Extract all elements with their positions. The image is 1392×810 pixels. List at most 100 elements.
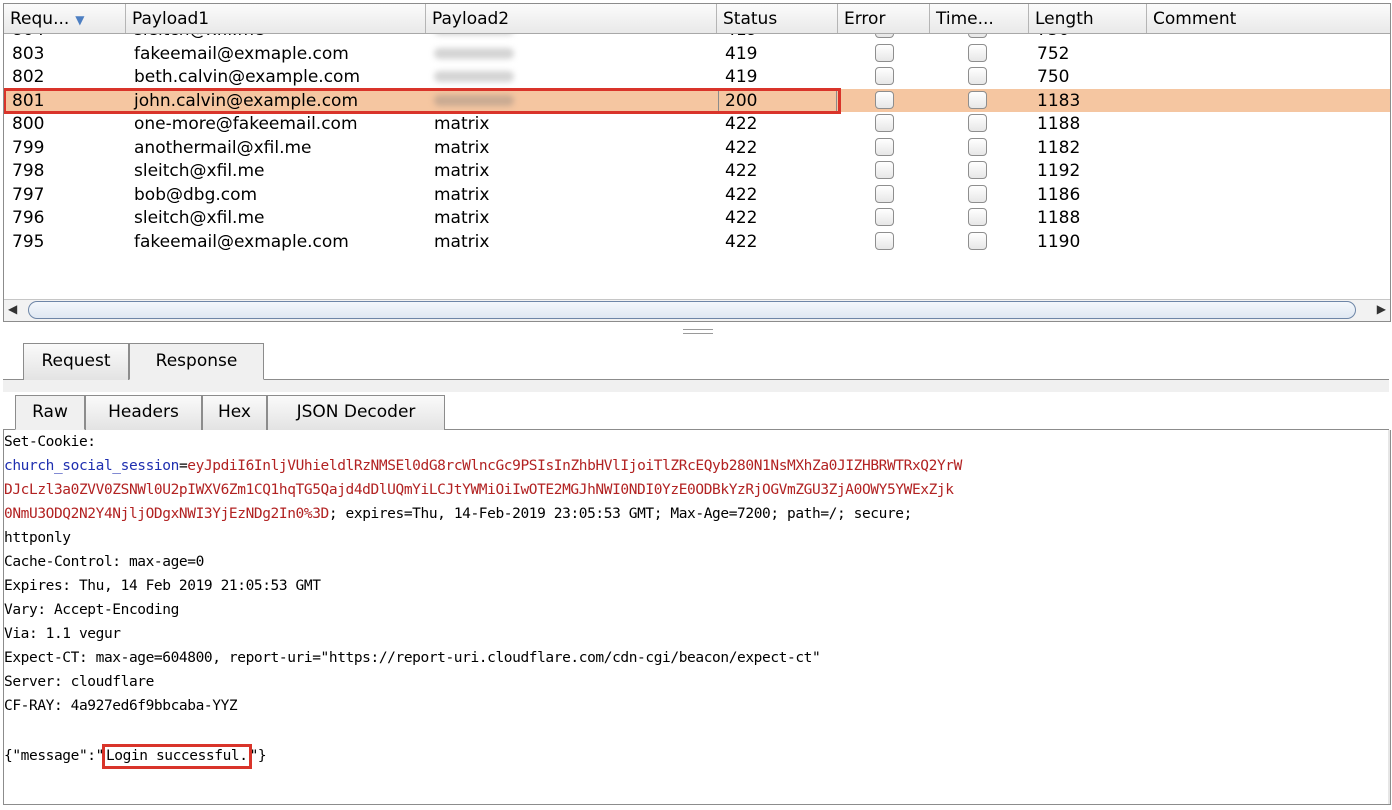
cell-payload2-redacted	[426, 42, 717, 66]
cell-status: 419	[725, 43, 758, 64]
scrollbar-thumb[interactable]	[28, 301, 1356, 319]
timeout-checkbox[interactable]	[968, 137, 987, 156]
cell-comment	[1147, 34, 1390, 42]
cell-payload1: bob@dbg.com	[134, 184, 258, 205]
response-body: {"message":" Login successful. "}	[4, 744, 267, 769]
cell-length: 1188	[1037, 114, 1081, 134]
column-header-request[interactable]: Requ... ▼	[4, 4, 126, 33]
table-row[interactable]: 802 beth.calvin@example.com 419 750	[4, 65, 1390, 89]
timeout-checkbox[interactable]	[968, 34, 987, 38]
timeout-checkbox[interactable]	[968, 43, 987, 62]
cell-payload1: fakeemail@exmaple.com	[134, 231, 349, 252]
response-raw-view[interactable]: Set-Cookie: church_social_session=eyJpdi…	[3, 430, 1391, 805]
tab-headers[interactable]: Headers	[85, 395, 202, 430]
timeout-checkbox[interactable]	[968, 184, 987, 203]
timeout-checkbox[interactable]	[968, 208, 987, 226]
timeout-checkbox[interactable]	[968, 231, 987, 250]
table-row[interactable]: 803 fakeemail@exmaple.com 419 752	[4, 42, 1390, 66]
header-line: CF-RAY: 4a927ed6f9bbcaba-YYZ	[4, 698, 238, 714]
cookie-attributes: ; expires=Thu, 14-Feb-2019 23:05:53 GMT;…	[328, 506, 912, 522]
table-row[interactable]: 801 john.calvin@example.com 200 1183	[4, 87, 1390, 114]
error-checkbox[interactable]	[875, 231, 894, 250]
cell-payload1: john.calvin@example.com	[134, 90, 359, 111]
timeout-checkbox[interactable]	[968, 161, 987, 179]
tab-hex[interactable]: Hex	[202, 395, 267, 430]
cell-status: 422	[725, 184, 758, 205]
scroll-left-arrow-icon[interactable]: ◀	[8, 302, 17, 316]
cookie-name: church_social_session	[4, 458, 179, 474]
cell-length: 750	[1029, 34, 1147, 42]
error-checkbox[interactable]	[875, 67, 894, 85]
timeout-checkbox[interactable]	[968, 114, 987, 132]
column-header-status[interactable]: Status	[717, 4, 838, 33]
cookie-line-2: DJcLzl3a0ZVV0ZSNWl0U2pIWXV6Zm1CQ1hqTG5Qa…	[4, 480, 954, 500]
cell-status: 422	[725, 161, 758, 181]
error-checkbox[interactable]	[875, 43, 894, 62]
cookie-line-1: church_social_session=eyJpdiI6InljVUhiel…	[4, 458, 962, 474]
view-tabbar: Raw Headers Hex JSON Decoder	[3, 393, 1389, 430]
column-header-timeout[interactable]: Time...	[930, 4, 1029, 33]
table-row[interactable]: 797 bob@dbg.com matrix 422 1186	[4, 183, 1390, 207]
error-checkbox[interactable]	[875, 114, 894, 132]
table-row[interactable]: 804sleitch@xfil.me 419 750	[4, 34, 1390, 42]
tab-json-decoder[interactable]: JSON Decoder	[267, 395, 445, 430]
timeout-checkbox[interactable]	[968, 67, 987, 85]
column-header-payload2[interactable]: Payload2	[426, 4, 717, 33]
header-line: Vary: Accept-Encoding	[4, 602, 179, 618]
horizontal-scrollbar[interactable]: ◀ ▶	[4, 299, 1390, 321]
login-success-message: Login successful.	[101, 744, 252, 769]
redacted-value	[434, 71, 514, 82]
cell-length: 1183	[1037, 90, 1081, 111]
column-header-error[interactable]: Error	[838, 4, 930, 33]
cell-comment	[1147, 183, 1390, 207]
cell-comment	[1147, 159, 1390, 183]
error-checkbox[interactable]	[875, 161, 894, 179]
cell-request-number: 798	[12, 161, 45, 181]
message-tabbar: Request Response	[3, 341, 1389, 380]
pane-splitter-grip[interactable]	[683, 329, 713, 334]
cell-payload2: matrix	[434, 114, 490, 134]
cell-payload1: sleitch@xfil.me	[134, 208, 265, 228]
cell-request-number: 804	[4, 34, 126, 42]
cell-payload2: matrix	[434, 161, 490, 181]
cell-payload1: sleitch@xfil.me	[134, 161, 265, 181]
cell-length: 752	[1037, 43, 1070, 64]
error-checkbox[interactable]	[875, 90, 894, 109]
column-header-comment[interactable]: Comment	[1147, 4, 1390, 33]
cell-length: 1192	[1037, 161, 1081, 181]
table-body: 804sleitch@xfil.me419750803fakeemail@exm…	[4, 34, 1390, 299]
table-row[interactable]: 798 sleitch@xfil.me matrix 422 1192	[4, 159, 1390, 183]
cell-payload2: matrix	[434, 231, 490, 252]
cell-comment	[1147, 230, 1390, 254]
scroll-right-arrow-icon[interactable]: ▶	[1377, 302, 1386, 316]
column-header-length[interactable]: Length	[1029, 4, 1147, 33]
cell-request-number: 797	[12, 184, 45, 205]
cell-payload2-redacted	[426, 65, 717, 89]
timeout-checkbox[interactable]	[968, 90, 987, 109]
header-line: Expect-CT: max-age=604800, report-uri="h…	[4, 650, 821, 666]
tab-request[interactable]: Request	[23, 343, 129, 380]
error-checkbox[interactable]	[875, 137, 894, 156]
sort-descending-icon: ▼	[75, 13, 85, 27]
table-row[interactable]: 796 sleitch@xfil.me matrix 422 1188	[4, 206, 1390, 230]
error-checkbox[interactable]	[875, 34, 894, 38]
tab-response[interactable]: Response	[129, 343, 264, 380]
error-checkbox[interactable]	[875, 208, 894, 226]
cell-comment	[1147, 206, 1390, 230]
error-checkbox[interactable]	[875, 184, 894, 203]
column-header-payload1[interactable]: Payload1	[126, 4, 426, 33]
table-row[interactable]: 795 fakeemail@exmaple.com matrix 422 1190	[4, 230, 1390, 254]
table-row[interactable]: 799 anothermail@xfil.me matrix 422 1182	[4, 136, 1390, 160]
tab-raw[interactable]: Raw	[15, 395, 85, 430]
header-line: Cache-Control: max-age=0	[4, 554, 204, 570]
response-scroll-edge	[1388, 430, 1390, 804]
cell-payload1: beth.calvin@example.com	[134, 67, 361, 87]
table-row[interactable]: 800 one-more@fakeemail.com matrix 422 1188	[4, 112, 1390, 136]
cell-status: 422	[725, 231, 758, 252]
tab-area-background	[3, 380, 1389, 392]
cell-comment	[1147, 65, 1390, 89]
cell-status: 419	[717, 34, 838, 42]
cell-length: 1182	[1037, 137, 1081, 158]
cookie-line-3: 0NmU3ODQ2N2Y4NjljODgxNWI3YjEzNDg2In0%3D;…	[4, 504, 912, 524]
redacted-value	[434, 94, 514, 106]
